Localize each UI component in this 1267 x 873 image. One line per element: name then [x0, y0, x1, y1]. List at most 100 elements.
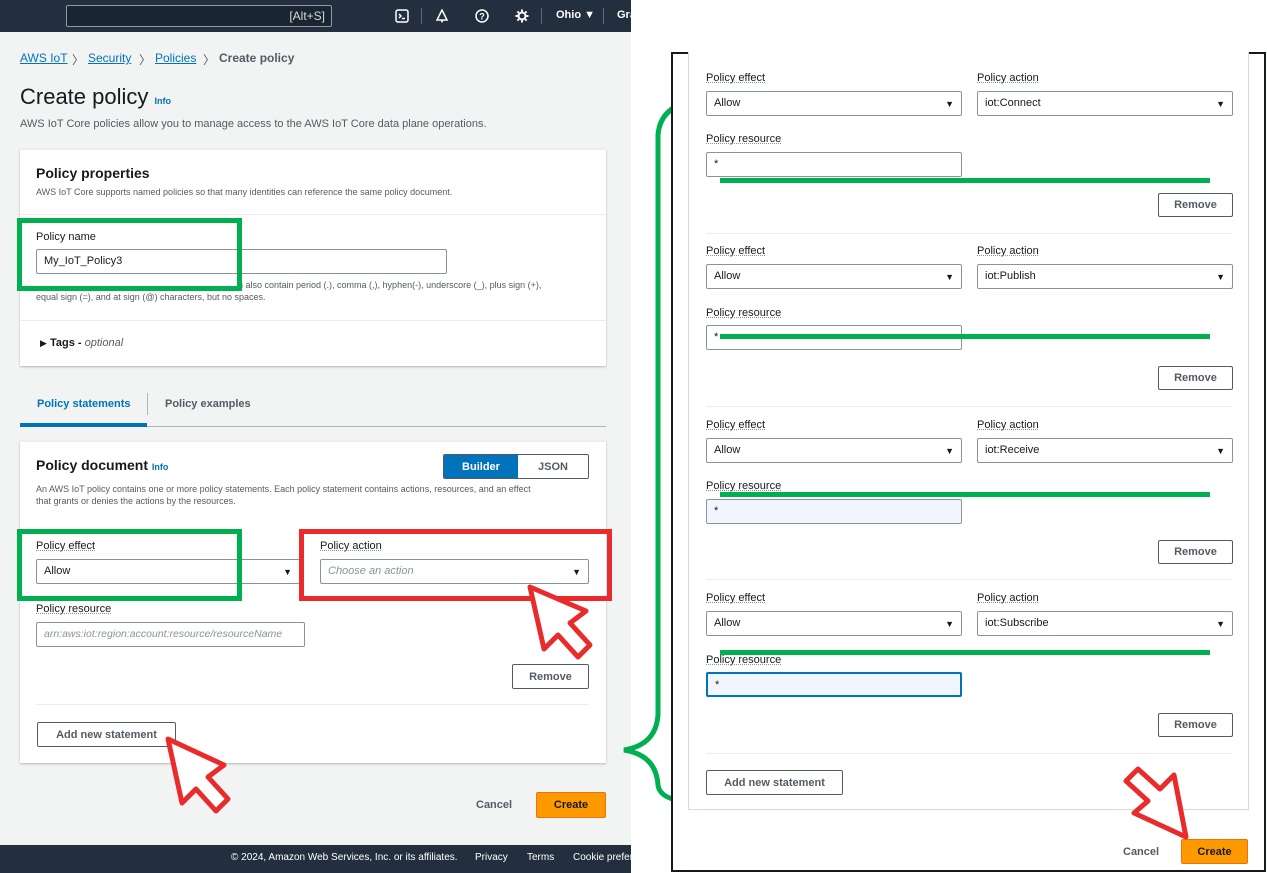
- green-annotation-line: [720, 178, 1210, 183]
- policy-action-value: iot:Publish: [985, 270, 1036, 282]
- remove-button[interactable]: Remove: [1158, 366, 1233, 390]
- policy-effect-select[interactable]: Allow ▼: [706, 264, 962, 289]
- red-pointer-arrow-icon: [1123, 766, 1189, 840]
- divider: [706, 406, 1233, 407]
- policy-resource-input[interactable]: *: [706, 499, 962, 524]
- breadcrumb-security[interactable]: Security: [88, 51, 131, 65]
- policy-action-value: iot:Receive: [985, 444, 1040, 456]
- account-menu[interactable]: Gra: [617, 9, 631, 21]
- caret-down-icon: ▼: [945, 619, 954, 629]
- page-description: AWS IoT Core policies allow you to manag…: [20, 118, 487, 130]
- caret-down-icon: ▼: [945, 446, 954, 456]
- remove-button[interactable]: Remove: [1158, 540, 1233, 564]
- divider: [706, 233, 1233, 234]
- search-shortcut: [Alt+S]: [289, 9, 325, 23]
- policy-action-value: iot:Connect: [985, 97, 1041, 109]
- active-tab-indicator: [20, 423, 147, 427]
- policy-effect-value: Allow: [714, 444, 741, 456]
- footer-privacy-link[interactable]: Privacy: [475, 852, 508, 863]
- policy-effect-label: Policy effect: [706, 72, 766, 84]
- caret-down-icon: ▼: [945, 99, 954, 109]
- page-info-link[interactable]: Info: [155, 96, 172, 106]
- tags-expander[interactable]: ▶ Tags - optional: [40, 337, 123, 349]
- policy-effect-value: Allow: [714, 97, 741, 109]
- create-button[interactable]: Create: [536, 792, 606, 818]
- search-input[interactable]: [Alt+S]: [66, 5, 332, 27]
- region-selector[interactable]: Ohio ▼: [556, 9, 595, 21]
- policy-document-title-text: Policy document: [36, 457, 149, 473]
- green-highlight-box: [17, 218, 242, 291]
- json-toggle-button[interactable]: JSON: [518, 455, 588, 478]
- cancel-button[interactable]: Cancel: [1123, 846, 1159, 858]
- policy-resource-input[interactable]: arn:aws:iot:region:account:resource/reso…: [36, 622, 305, 647]
- nav-separator: [421, 8, 422, 24]
- top-nav-bar: [Alt+S] ? Ohio ▼ Gra: [0, 0, 631, 32]
- policy-action-select[interactable]: iot:Receive ▼: [977, 438, 1233, 463]
- policy-effect-value: Allow: [714, 617, 741, 629]
- remove-button[interactable]: Remove: [1158, 193, 1233, 217]
- policy-action-select[interactable]: iot:Connect ▼: [977, 91, 1233, 116]
- tags-optional-label: optional: [84, 337, 124, 349]
- remove-button[interactable]: Remove: [1158, 713, 1233, 737]
- caret-right-icon: ▶: [40, 338, 47, 348]
- tab-policy-statements[interactable]: Policy statements: [37, 398, 131, 410]
- caret-down-icon: ▼: [283, 567, 292, 577]
- breadcrumb-aws-iot[interactable]: AWS IoT: [20, 51, 68, 65]
- policy-document-title: Policy document Info: [36, 457, 168, 473]
- policy-resource-label: Policy resource: [36, 603, 112, 615]
- green-highlight-box: [17, 529, 242, 601]
- breadcrumb-chevron-icon: 〉: [139, 53, 152, 67]
- policy-action-label: Policy action: [977, 592, 1039, 604]
- policy-action-select[interactable]: iot:Publish ▼: [977, 264, 1233, 289]
- policy-properties-description: AWS IoT Core supports named policies so …: [36, 187, 453, 197]
- nav-separator: [541, 8, 542, 24]
- footer-copyright: © 2024, Amazon Web Services, Inc. or its…: [231, 852, 458, 863]
- policy-resource-input[interactable]: *: [706, 672, 962, 697]
- policy-effect-select[interactable]: Allow ▼: [706, 611, 962, 636]
- divider: [706, 753, 1233, 754]
- policy-resource-label: Policy resource: [706, 133, 782, 145]
- policy-effect-label: Policy effect: [706, 419, 766, 431]
- policy-properties-title: Policy properties: [36, 165, 150, 181]
- green-annotation-line: [720, 650, 1210, 655]
- chevron-down-icon: ▼: [584, 9, 596, 21]
- policy-effect-label: Policy effect: [706, 592, 766, 604]
- nav-separator: [603, 8, 604, 24]
- footer-cookie-link[interactable]: Cookie prefer: [573, 852, 631, 863]
- svg-text:?: ?: [479, 12, 485, 22]
- breadcrumb-chevron-icon: 〉: [203, 53, 216, 67]
- policy-effect-label: Policy effect: [706, 245, 766, 257]
- policy-resource-label: Policy resource: [706, 654, 782, 666]
- policy-resource-input[interactable]: *: [706, 152, 962, 177]
- green-annotation-line: [720, 334, 1210, 339]
- footer-terms-link[interactable]: Terms: [527, 852, 554, 863]
- page-title: Create policy Info: [20, 84, 171, 110]
- caret-down-icon: ▼: [1216, 272, 1225, 282]
- breadcrumb-current: Create policy: [219, 51, 295, 65]
- cancel-button[interactable]: Cancel: [476, 799, 512, 811]
- remove-button[interactable]: Remove: [512, 664, 589, 689]
- divider: [20, 320, 606, 321]
- cloudshell-icon[interactable]: [394, 8, 410, 24]
- breadcrumb-policies[interactable]: Policies: [155, 51, 196, 65]
- builder-json-toggle: Builder JSON: [443, 454, 589, 479]
- policy-resource-placeholder: arn:aws:iot:region:account:resource/reso…: [44, 628, 283, 640]
- notifications-icon[interactable]: [434, 8, 450, 24]
- settings-gear-icon[interactable]: [514, 8, 530, 24]
- policy-effect-select[interactable]: Allow ▼: [706, 438, 962, 463]
- policy-effect-value: Allow: [714, 270, 741, 282]
- add-new-statement-button[interactable]: Add new statement: [37, 722, 176, 747]
- breadcrumb-chevron-icon: 〉: [72, 53, 85, 67]
- caret-down-icon: ▼: [945, 272, 954, 282]
- create-button[interactable]: Create: [1181, 839, 1248, 864]
- policy-effect-select[interactable]: Allow ▼: [706, 91, 962, 116]
- policy-action-select[interactable]: iot:Subscribe ▼: [977, 611, 1233, 636]
- policy-document-info-link[interactable]: Info: [152, 462, 169, 472]
- policy-action-label: Policy action: [977, 72, 1039, 84]
- add-new-statement-button[interactable]: Add new statement: [706, 770, 843, 795]
- policy-name-hint: n also contain period (.), comma (,), hy…: [238, 280, 542, 290]
- tab-policy-examples[interactable]: Policy examples: [165, 398, 251, 410]
- tags-label: Tags -: [49, 337, 82, 349]
- builder-toggle-button[interactable]: Builder: [444, 455, 518, 478]
- help-icon[interactable]: ?: [474, 8, 490, 24]
